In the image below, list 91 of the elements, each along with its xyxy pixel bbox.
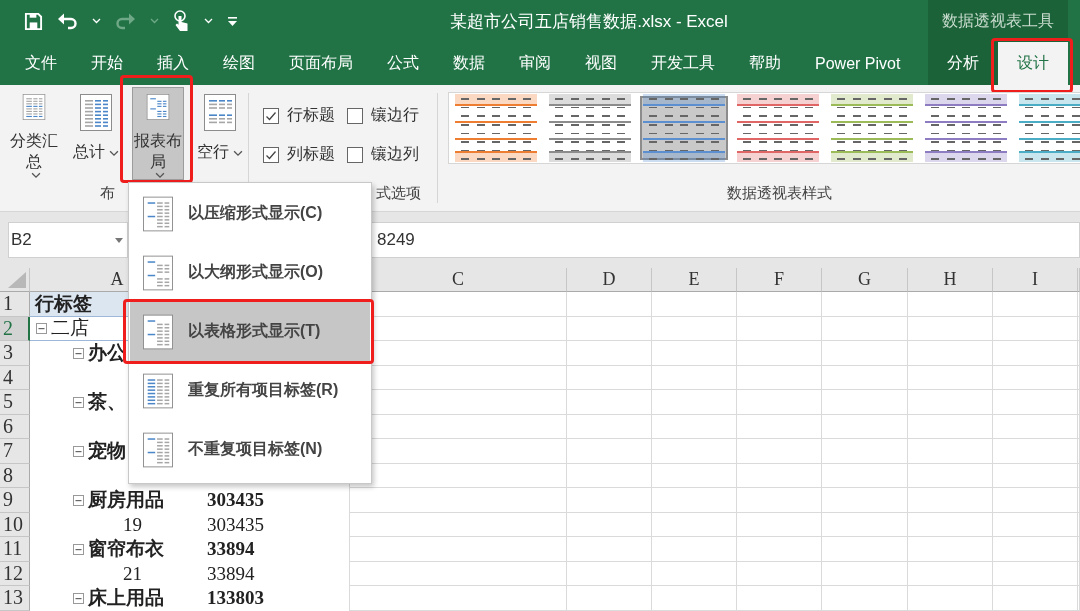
column-header[interactable]: F: [737, 268, 822, 292]
ribbon-tab[interactable]: 绘图: [206, 42, 272, 85]
row-header[interactable]: 9: [0, 488, 30, 513]
row-header[interactable]: 12: [0, 561, 30, 586]
ribbon-tab[interactable]: 页面布局: [272, 42, 370, 85]
ribbon-tab[interactable]: 帮助: [732, 42, 798, 85]
collapse-icon[interactable]: [73, 543, 84, 555]
ribbon-tab[interactable]: 文件: [8, 42, 74, 85]
ribbon-button[interactable]: 总计: [70, 87, 122, 180]
save-icon[interactable]: [24, 11, 43, 31]
row-header[interactable]: 5: [0, 390, 30, 415]
table-layout-icon: [143, 372, 173, 409]
formula-field[interactable]: 8249: [370, 222, 1080, 258]
ribbon-button[interactable]: 报表布局: [132, 87, 184, 180]
undo-icon[interactable]: [57, 11, 78, 31]
row-header[interactable]: 1: [0, 292, 30, 317]
column-header[interactable]: E: [652, 268, 737, 292]
context-tab-group-label: 数据透视表工具: [928, 0, 1068, 42]
group-label: 式选项: [376, 184, 421, 201]
table-layout-icon: [204, 94, 236, 131]
caret-icon: [31, 172, 41, 179]
table-layout-icon: [143, 431, 173, 468]
ribbon-tab[interactable]: 开始: [74, 42, 140, 85]
collapse-icon[interactable]: [73, 592, 84, 604]
ribbon-button[interactable]: 空行: [194, 87, 246, 180]
column-header[interactable]: H: [908, 268, 993, 292]
collapse-icon[interactable]: [73, 445, 84, 457]
collapse-icon[interactable]: [73, 347, 84, 359]
ribbon-tab[interactable]: 插入: [140, 42, 206, 85]
window-title: 某超市公司五店销售数据.xlsx - Excel: [450, 10, 728, 33]
row-header[interactable]: 3: [0, 341, 30, 366]
table-cell-text: 办公: [88, 341, 126, 366]
column-header[interactable]: D: [567, 268, 652, 292]
ribbon-button[interactable]: 分类汇总: [8, 87, 60, 180]
checkbox[interactable]: 行标题: [263, 105, 347, 126]
ribbon-tab[interactable]: 开发工具: [634, 42, 732, 85]
ribbon-tab[interactable]: 公式: [370, 42, 436, 85]
hand-icon[interactable]: [173, 10, 190, 32]
collapse-icon[interactable]: [36, 322, 47, 334]
table-cell-text: 厨房用品: [88, 488, 164, 513]
table-cell: 33894: [205, 561, 350, 586]
group-label: 布: [100, 184, 115, 201]
name-box[interactable]: B2: [9, 230, 32, 250]
table-layout-icon: [143, 313, 173, 350]
table-cell: 19: [123, 513, 142, 536]
row-header[interactable]: 13: [0, 586, 30, 611]
group-label: 数据透视表样式: [726, 184, 832, 201]
row-header[interactable]: 4: [0, 365, 30, 390]
checkmark-icon: [265, 109, 277, 122]
menu-item[interactable]: 重复所有项目标签(R): [130, 361, 370, 420]
row-header[interactable]: 11: [0, 537, 30, 562]
caret-icon: [109, 150, 119, 157]
row-header[interactable]: 6: [0, 414, 30, 439]
table-cell: 303435: [205, 512, 350, 537]
ribbon-tab[interactable]: 审阅: [502, 42, 568, 85]
row-header[interactable]: 8: [0, 463, 30, 488]
collapse-icon[interactable]: [73, 494, 84, 506]
checkbox[interactable]: 镶边列: [347, 144, 437, 165]
checkbox[interactable]: 列标题: [263, 144, 347, 165]
table-cell-text: 茶、: [88, 390, 126, 415]
collapse-icon[interactable]: [73, 396, 84, 408]
table-cell: 303435: [205, 488, 350, 513]
dropdown-arrow-icon[interactable]: [115, 237, 123, 243]
table-layout-icon: [80, 94, 112, 131]
row-header[interactable]: 2: [0, 316, 30, 341]
ribbon-tab[interactable]: 数据: [436, 42, 502, 85]
menu-item[interactable]: 以压缩形式显示(C): [130, 184, 370, 243]
table-cell-text: 床上用品: [88, 586, 164, 611]
menu-item[interactable]: 不重复项目标签(N): [130, 420, 370, 479]
ribbon-tab[interactable]: 设计: [998, 42, 1068, 85]
table-layout-icon: [143, 254, 173, 291]
checkmark-icon: [265, 148, 277, 161]
row-header[interactable]: 10: [0, 512, 30, 537]
customize-icon[interactable]: [227, 15, 238, 27]
column-header[interactable]: I: [993, 268, 1078, 292]
table-cell: 133803: [205, 586, 350, 611]
ribbon-tab[interactable]: 分析: [928, 42, 998, 85]
row-header[interactable]: 7: [0, 439, 30, 464]
ribbon-tab[interactable]: Power Pivot: [798, 42, 918, 85]
table-cell-text: 窗帘布衣: [88, 537, 164, 562]
table-cell-text: 宠物: [88, 439, 126, 464]
table-cell-text: 二店: [51, 316, 89, 341]
ribbon-tab[interactable]: 视图: [568, 42, 634, 85]
menu-item[interactable]: 以表格形式显示(T): [130, 302, 370, 361]
column-header[interactable]: G: [822, 268, 908, 292]
table-cell: 33894: [205, 537, 350, 562]
checkbox[interactable]: 镶边行: [347, 105, 437, 126]
caret-icon: [155, 172, 165, 179]
table-cell: 21: [123, 562, 142, 585]
table-layout-icon: [143, 195, 173, 232]
caret-icon: [233, 150, 243, 157]
